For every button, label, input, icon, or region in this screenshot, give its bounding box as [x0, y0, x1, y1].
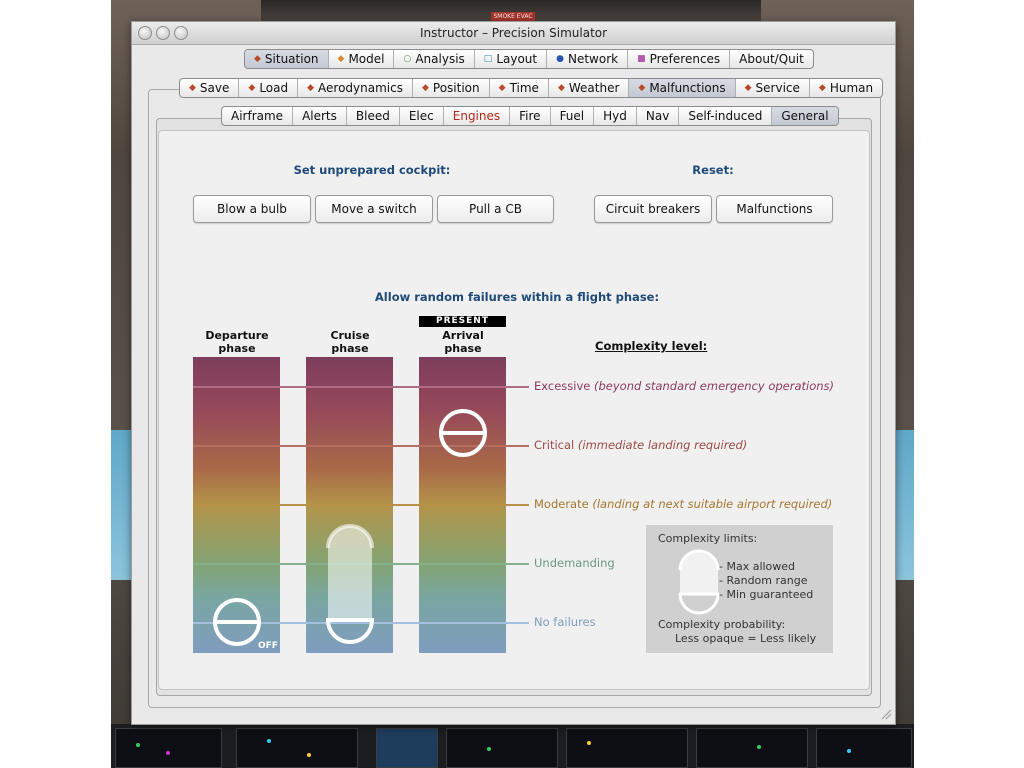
excessive-line: [193, 386, 529, 388]
complexity-level-title: Complexity level:: [595, 339, 708, 353]
title-bar: Instructor – Precision Simulator: [132, 22, 895, 45]
pull-cb-button[interactable]: Pull a CB: [437, 195, 554, 223]
undemanding-line: [193, 563, 529, 565]
diamond-icon: ◆: [498, 83, 506, 93]
cruise-phase-label: Cruise phase: [330, 329, 370, 355]
display-2: [236, 728, 358, 768]
off-label: OFF: [258, 641, 278, 651]
tab-layout[interactable]: □ Layout: [475, 50, 548, 68]
reset-circuit-breakers-button[interactable]: Circuit breakers: [594, 195, 712, 223]
display-3: [446, 728, 558, 768]
excessive-label: Excessive (beyond standard emergency ope…: [534, 379, 835, 393]
smoke-evac-label: SMOKE EVAC: [491, 12, 535, 21]
instrument-panel: [111, 724, 914, 768]
departure-phase-label: Departure phase: [205, 329, 269, 355]
tab-airframe[interactable]: Airframe: [222, 107, 294, 125]
tab-bleed[interactable]: Bleed: [347, 107, 400, 125]
tab-elec[interactable]: Elec: [400, 107, 444, 125]
present-badge: PRESENT: [419, 316, 506, 327]
tab-human[interactable]: ◆ Human: [810, 79, 882, 97]
no-failures-label: No failures: [534, 615, 596, 629]
moderate-label: Moderate (landing at next suitable airpo…: [534, 497, 833, 511]
attitude-indicator: [376, 728, 438, 768]
tab-network[interactable]: ● Network: [547, 50, 629, 68]
diamond-icon: ◆: [744, 83, 752, 93]
tab-save[interactable]: ◆ Save: [180, 79, 240, 97]
diamond-icon: ◆: [189, 83, 196, 93]
resize-grip-icon[interactable]: [880, 708, 892, 720]
situation-tab-bar: ◆ Save ◆ Load ◆ Aerodynamics ◆ Position ◆ Time ◆ We…: [179, 78, 884, 98]
diamond-icon: ◆: [337, 54, 345, 64]
diamond-icon: ◆: [557, 83, 565, 93]
reset-heading: Reset:: [692, 163, 734, 177]
legend-probability-note: Less opaque = Less likely: [675, 632, 817, 645]
reset-malfunctions-button[interactable]: Malfunctions: [716, 195, 833, 223]
main-tab-bar: ◆ Situation ◆ Model ○ Analysis □ Layout ● Network…: [244, 49, 814, 69]
tab-time[interactable]: ◆ Time: [490, 79, 549, 97]
malfunctions-tab-bar: Airframe Alerts Bleed Elec Engines Fire Fuel Hy…: [221, 106, 839, 126]
critical-line: [193, 445, 529, 447]
tab-situation[interactable]: ◆ Situation: [245, 50, 329, 68]
tab-load[interactable]: ◆ Load: [239, 79, 299, 97]
cockpit-heading: Set unprepared cockpit:: [293, 163, 451, 177]
legend-max-allowed: - Max allowed: [719, 560, 796, 573]
tab-analysis[interactable]: ○ Analysis: [394, 50, 475, 68]
diamond-icon: ◆: [818, 83, 826, 93]
tab-model[interactable]: ◆ Model: [329, 50, 395, 68]
failures-heading: Allow random failures within a flight ph…: [374, 290, 660, 304]
tab-about-quit[interactable]: About/Quit: [730, 50, 813, 68]
diamond-icon: ◆: [254, 54, 261, 64]
tab-service[interactable]: ◆ Service: [736, 79, 810, 97]
arrival-phase-label: Arrival phase: [442, 329, 484, 355]
square-icon: ■: [637, 54, 646, 64]
critical-label: Critical (immediate landing required): [534, 438, 748, 452]
tab-position[interactable]: ◆ Position: [413, 79, 490, 97]
tab-fuel[interactable]: Fuel: [551, 107, 595, 125]
tab-nav[interactable]: Nav: [637, 107, 680, 125]
tab-fire[interactable]: Fire: [510, 107, 551, 125]
display-6: [816, 728, 912, 768]
tab-alerts[interactable]: Alerts: [293, 107, 347, 125]
display-4: [566, 728, 688, 768]
legend-probability-title: Complexity probability:: [658, 618, 786, 631]
legend-min-guaranteed: - Min guaranteed: [719, 588, 814, 601]
square-icon: □: [483, 54, 493, 64]
legend-title: Complexity limits:: [658, 532, 758, 545]
diamond-icon: ◆: [307, 83, 315, 93]
tab-weather[interactable]: ◆ Weather: [549, 79, 630, 97]
dot-icon: ●: [556, 54, 564, 64]
move-switch-button[interactable]: Move a switch: [315, 195, 433, 223]
diamond-icon: ◆: [638, 83, 646, 93]
tab-self-induced[interactable]: Self-induced: [679, 107, 773, 125]
diamond-icon: ◆: [421, 83, 429, 93]
tab-hyd[interactable]: Hyd: [594, 107, 637, 125]
undemanding-label: Undemanding: [534, 556, 615, 570]
legend-random-range: - Random range: [719, 574, 808, 587]
window-title: Instructor – Precision Simulator: [419, 26, 608, 40]
tab-engines[interactable]: Engines: [444, 107, 511, 125]
tab-preferences[interactable]: ■ Preferences: [628, 50, 731, 68]
display-5: [696, 728, 808, 768]
diamond-icon: ◆: [248, 83, 256, 93]
tab-malfunctions[interactable]: ◆ Malfunctions: [629, 79, 736, 97]
blow-bulb-button[interactable]: Blow a bulb: [193, 195, 311, 223]
tab-aerodynamics[interactable]: ◆ Aerodynamics: [298, 79, 413, 97]
display-1: [115, 728, 222, 768]
circle-icon: ○: [403, 54, 412, 64]
moderate-line: [193, 504, 529, 506]
no-failures-line: [193, 622, 529, 624]
tab-general[interactable]: General: [772, 107, 838, 125]
